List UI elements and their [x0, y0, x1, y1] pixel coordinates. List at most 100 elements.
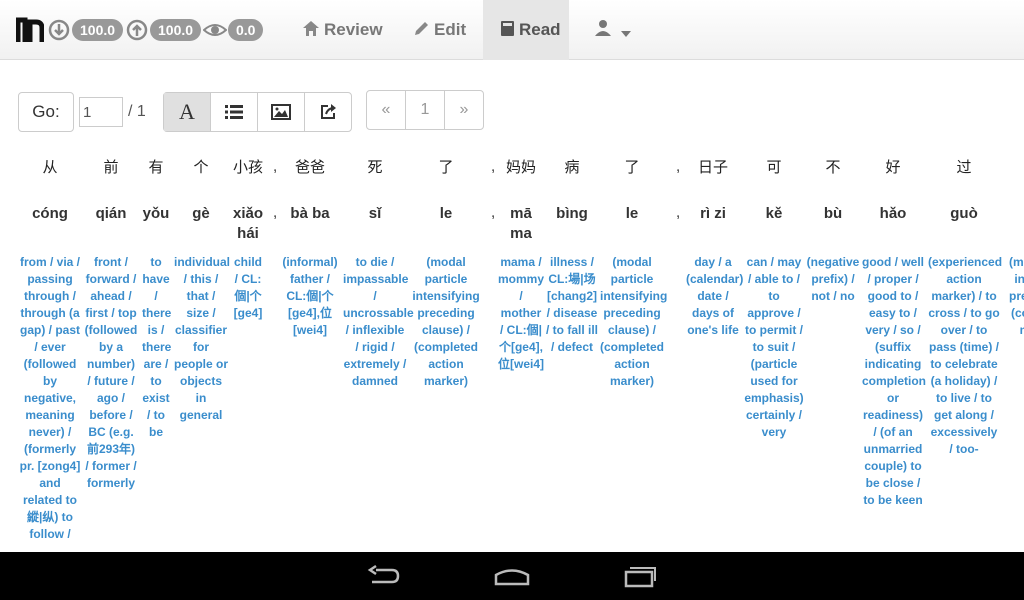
word-column[interactable]: 前 qián front / forward / ahead / first / t…: [84, 158, 138, 492]
word-column[interactable]: 有 yǒu to have / there is / there are / to …: [142, 158, 172, 441]
nav-edit[interactable]: Edit: [413, 0, 466, 60]
word-definition: can / may / able to / to approve / to pe…: [744, 255, 804, 439]
word-column[interactable]: 可 kě can / may / able to / to approve / to…: [744, 158, 804, 441]
word-column[interactable]: 病 bìng illness / CL:場|场 [chang2] / disease…: [546, 158, 598, 356]
download-circle-icon: [48, 19, 70, 41]
word-pinyin: [1005, 204, 1024, 244]
pagination: « 1 »: [366, 90, 484, 130]
upload-stat-badge: 100.0: [150, 19, 202, 41]
word-column[interactable]: 了 le (modal particle intensifying precedin…: [600, 158, 668, 390]
word-definition: to die / impassable / uncrossable / infl…: [343, 255, 414, 388]
recent-apps-icon[interactable]: [622, 564, 658, 588]
word-definition: day / a (calendar) date / days of one's …: [686, 255, 744, 337]
word-column[interactable]: 不 bù (negative prefix) / not / no: [806, 158, 860, 305]
pagination-next[interactable]: »: [445, 91, 483, 129]
word-column[interactable]: 日子 rì zi day / a (calendar) date / days of…: [686, 158, 744, 339]
list-icon: [225, 105, 243, 119]
word-pinyin: bù: [823, 205, 843, 222]
back-icon[interactable]: [366, 564, 402, 588]
word-hanzi: 病: [564, 159, 580, 176]
word-definition: front / forward / ahead / first / top (f…: [84, 255, 138, 490]
punctuation-comma: ,: [676, 158, 681, 175]
pagination-prev[interactable]: «: [367, 91, 406, 129]
word-pinyin: le: [625, 205, 639, 222]
word-definition: (modal particle intensifying preceding c…: [412, 255, 480, 388]
word-column[interactable]: 小孩 xiǎo hái child / CL:個|个 [ge4]: [231, 158, 265, 322]
app-logo-icon[interactable]: [16, 14, 44, 44]
word-pinyin: mā ma: [510, 205, 532, 242]
word-pinyin: sǐ: [368, 205, 382, 222]
word-column[interactable]: 好 hǎo good / well / proper / good to / eas…: [862, 158, 926, 509]
user-icon: [595, 20, 611, 36]
punctuation-comma: ,: [491, 204, 496, 221]
pagination-current[interactable]: 1: [406, 91, 445, 129]
word-definition: (experienced action marker) / to cross /…: [928, 255, 1003, 456]
nav-review-label: Review: [324, 20, 383, 39]
word-column[interactable]: 妈妈 mā ma mama / mommy / mother / CL:個|个[ge…: [498, 158, 544, 373]
word-definition: (negative prefix) / not / no: [806, 255, 860, 303]
nav-read[interactable]: Read: [483, 0, 569, 60]
word-pinyin: hǎo: [879, 205, 907, 222]
word-hanzi: [1005, 158, 1024, 198]
word-column[interactable]: 从 cóng from / via / passing through / thro…: [19, 158, 81, 543]
word-column[interactable]: (m pa inte pre cl (co a m: [1005, 158, 1024, 339]
word-column[interactable]: 个 gè individual / this / that / size / cla…: [174, 158, 230, 424]
user-menu-dropdown[interactable]: [594, 0, 635, 60]
list-view-button[interactable]: [211, 93, 258, 131]
word-definition: (informal) father / CL:個|个 [ge4],位 [wei4…: [282, 255, 338, 337]
go-button[interactable]: Go:: [18, 92, 74, 132]
word-column[interactable]: 爸爸 bà ba (informal) father / CL:個|个 [ge4],…: [282, 158, 338, 339]
punctuation-comma: ,: [273, 204, 278, 221]
word-pinyin: xiǎo hái: [232, 205, 263, 242]
word-definition: mama / mommy / mother / CL:個|个[ge4], 位[w…: [498, 255, 545, 371]
home-button-icon[interactable]: [493, 564, 531, 588]
word-hanzi: 妈妈: [505, 159, 536, 176]
word-pinyin: yǒu: [142, 205, 170, 222]
word-pinyin: gè: [192, 205, 210, 222]
eye-icon: [203, 24, 227, 36]
word-hanzi: 从: [42, 159, 58, 176]
top-navbar: 100.0 100.0 0.0 Review Edit Read: [0, 0, 1024, 60]
word-pinyin: bà ba: [290, 205, 330, 222]
word-hanzi: 可: [766, 159, 782, 176]
word-pinyin: kě: [765, 205, 783, 222]
system-navigation-bar: [0, 552, 1024, 600]
image-icon: [271, 104, 291, 120]
share-button[interactable]: [305, 93, 351, 131]
word-hanzi: 前: [103, 159, 119, 176]
nav-review[interactable]: Review: [302, 0, 383, 60]
nav-edit-label: Edit: [434, 20, 467, 39]
upload-circle-icon: [126, 19, 148, 41]
word-definition: to have / there is / there are / to exis…: [142, 255, 172, 439]
punctuation-comma: ,: [491, 158, 496, 175]
book-icon: [501, 21, 514, 36]
word-hanzi: 了: [624, 159, 640, 176]
word-pinyin: le: [439, 205, 453, 222]
word-hanzi: 死: [367, 159, 383, 176]
caret-down-icon: [620, 31, 631, 37]
word-pinyin: rì zi: [700, 205, 726, 222]
view-mode-toolbar: A: [163, 92, 352, 132]
word-definition: (m pa inte pre cl (co a m: [1008, 255, 1024, 337]
word-pinyin: guò: [950, 205, 978, 222]
word-definition: illness / CL:場|场 [chang2] / disease / to…: [546, 255, 599, 354]
word-column[interactable]: 死 sǐ to die / impassable / uncrossable / i…: [343, 158, 414, 390]
word-pinyin: bìng: [556, 205, 588, 222]
pencil-icon: [415, 22, 428, 35]
punctuation-comma: ,: [273, 158, 278, 175]
page-number-input[interactable]: [79, 97, 123, 127]
word-column[interactable]: 过 guò (experienced action marker) / to cro…: [928, 158, 1003, 458]
word-definition: child / CL:個|个 [ge4]: [233, 255, 263, 320]
download-stat-badge: 100.0: [72, 19, 124, 41]
word-hanzi: 有: [148, 159, 164, 176]
word-definition: from / via / passing through / through (…: [19, 255, 81, 541]
word-hanzi: 不: [825, 159, 841, 176]
word-hanzi: 好: [885, 159, 901, 176]
word-definition: (modal particle intensifying preceding c…: [600, 255, 668, 388]
word-hanzi: 个: [193, 159, 209, 176]
font-toggle-button[interactable]: A: [164, 93, 211, 131]
word-hanzi: 小孩: [232, 159, 263, 176]
image-view-button[interactable]: [258, 93, 305, 131]
word-column[interactable]: 了 le (modal particle intensifying precedin…: [412, 158, 480, 390]
word-pinyin: cóng: [32, 205, 68, 222]
